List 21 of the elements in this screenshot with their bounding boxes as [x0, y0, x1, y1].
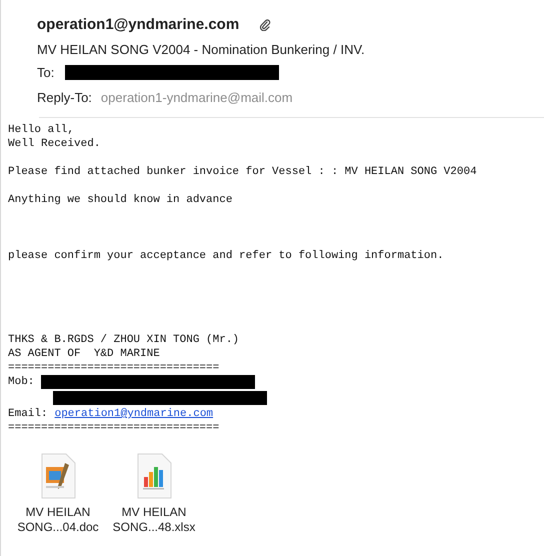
email-link[interactable]: operation1@yndmarine.com: [54, 407, 214, 421]
body-text-line: Please find attached bunker invoice for Vessel : : MV HEILAN SONG V2004: [8, 165, 477, 179]
attachment-name[interactable]: MV HEILAN SONG...48.xlsx: [112, 505, 196, 535]
signature-line: AS AGENT OF Y&D MARINE: [8, 347, 160, 361]
spreadsheet-file-icon[interactable]: [136, 453, 172, 499]
reply-to-address: operation1-yndmarine@mail.com: [100, 88, 293, 107]
email-label: Email:: [8, 407, 48, 421]
reply-to-label: Reply-To:: [37, 88, 92, 107]
email-subject: MV HEILAN SONG V2004 - Nomination Bunkering / INV.: [37, 40, 366, 59]
mob-label: Mob:: [8, 375, 34, 389]
document-file-icon[interactable]: [40, 453, 76, 499]
signature-line: THKS & B.RGDS / ZHOU XIN TONG (Mr.): [8, 333, 240, 347]
to-label: To:: [37, 64, 56, 82]
sender-address: operation1@yndmarine.com: [37, 15, 240, 35]
signature-rule: ================================: [8, 421, 220, 435]
body-text-line: Well Received.: [8, 137, 100, 151]
attachment-name[interactable]: MV HEILAN SONG...04.doc: [17, 505, 99, 535]
body-text-line: Hello all,: [8, 123, 74, 137]
signature-line: ================================: [8, 361, 220, 375]
body-text-line: Anything we should know in advance: [8, 193, 232, 207]
body-text-line: please confirm your acceptance and refer to following information.: [8, 249, 444, 263]
